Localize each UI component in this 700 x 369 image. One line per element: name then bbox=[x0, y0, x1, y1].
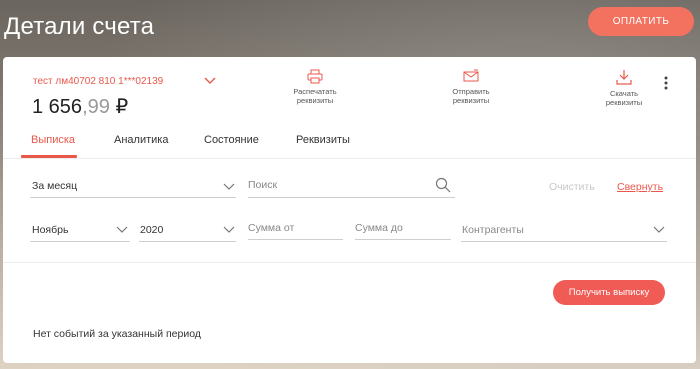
page-title: Детали счета bbox=[4, 13, 155, 40]
account-balance: 1 656,99 ₽ bbox=[32, 94, 128, 119]
chevron-down-icon bbox=[116, 226, 128, 233]
more-options-icon[interactable] bbox=[662, 75, 670, 91]
balance-integer: 1 656 bbox=[32, 96, 83, 118]
download-requisites-button[interactable]: Скачать реквизиты bbox=[589, 69, 659, 107]
chevron-down-icon bbox=[653, 226, 665, 233]
printer-icon bbox=[307, 69, 323, 84]
tab-statement[interactable]: Выписка bbox=[31, 134, 75, 146]
chevron-down-icon[interactable] bbox=[203, 76, 217, 86]
collapse-filters-link[interactable]: Свернуть bbox=[617, 181, 663, 193]
pay-button[interactable]: ОПЛАТИТЬ bbox=[588, 7, 694, 36]
contractors-placeholder: Контрагенты bbox=[462, 224, 524, 236]
chevron-down-icon bbox=[223, 183, 235, 190]
tab-status[interactable]: Состояние bbox=[204, 134, 259, 146]
print-label-2: реквизиты bbox=[296, 96, 334, 105]
download-label-1: Скачать bbox=[609, 89, 639, 98]
year-value: 2020 bbox=[140, 224, 164, 236]
send-label-2: реквизиты bbox=[452, 96, 490, 105]
amount-from-placeholder: Сумма от bbox=[248, 222, 295, 234]
balance-decimal: ,99 bbox=[82, 96, 110, 118]
tab-analytics[interactable]: Аналитика bbox=[114, 134, 168, 146]
send-requisites-button[interactable]: Отправить реквизиты bbox=[436, 69, 506, 105]
currency-symbol: ₽ bbox=[115, 96, 129, 118]
search-icon[interactable] bbox=[435, 177, 451, 193]
amount-to-placeholder: Сумма до bbox=[355, 222, 403, 234]
print-requisites-button[interactable]: Распечатать реквизиты bbox=[280, 69, 350, 105]
get-statement-button[interactable]: Получить выписку bbox=[553, 280, 665, 305]
search-underline bbox=[248, 197, 455, 198]
month-value: Ноябрь bbox=[32, 224, 69, 236]
period-value: За месяц bbox=[32, 180, 78, 192]
period-underline bbox=[30, 197, 236, 198]
search-placeholder: Поиск bbox=[248, 179, 278, 191]
amount-to-underline bbox=[355, 239, 451, 240]
month-underline bbox=[30, 241, 130, 242]
chevron-down-icon bbox=[223, 226, 235, 233]
tab-requisites[interactable]: Реквизиты bbox=[296, 134, 350, 146]
account-name[interactable]: тест лм40702 810 1***02139 bbox=[33, 76, 163, 87]
amount-from-underline bbox=[248, 239, 343, 240]
send-label-1: Отправить bbox=[452, 87, 490, 96]
print-label-1: Распечатать bbox=[293, 87, 337, 96]
send-mail-icon bbox=[463, 69, 479, 82]
year-underline bbox=[139, 241, 236, 242]
tabs-divider bbox=[3, 158, 696, 159]
contractors-underline bbox=[461, 241, 667, 242]
account-card: тест лм40702 810 1***02139 1 656,99 ₽ Ра… bbox=[3, 57, 696, 363]
filters-divider bbox=[3, 262, 696, 263]
empty-events-message: Нет событий за указанный период bbox=[33, 328, 201, 340]
download-icon bbox=[616, 70, 632, 85]
clear-filters-link[interactable]: Очистить bbox=[549, 181, 595, 193]
download-label-2: реквизиты bbox=[605, 98, 643, 107]
